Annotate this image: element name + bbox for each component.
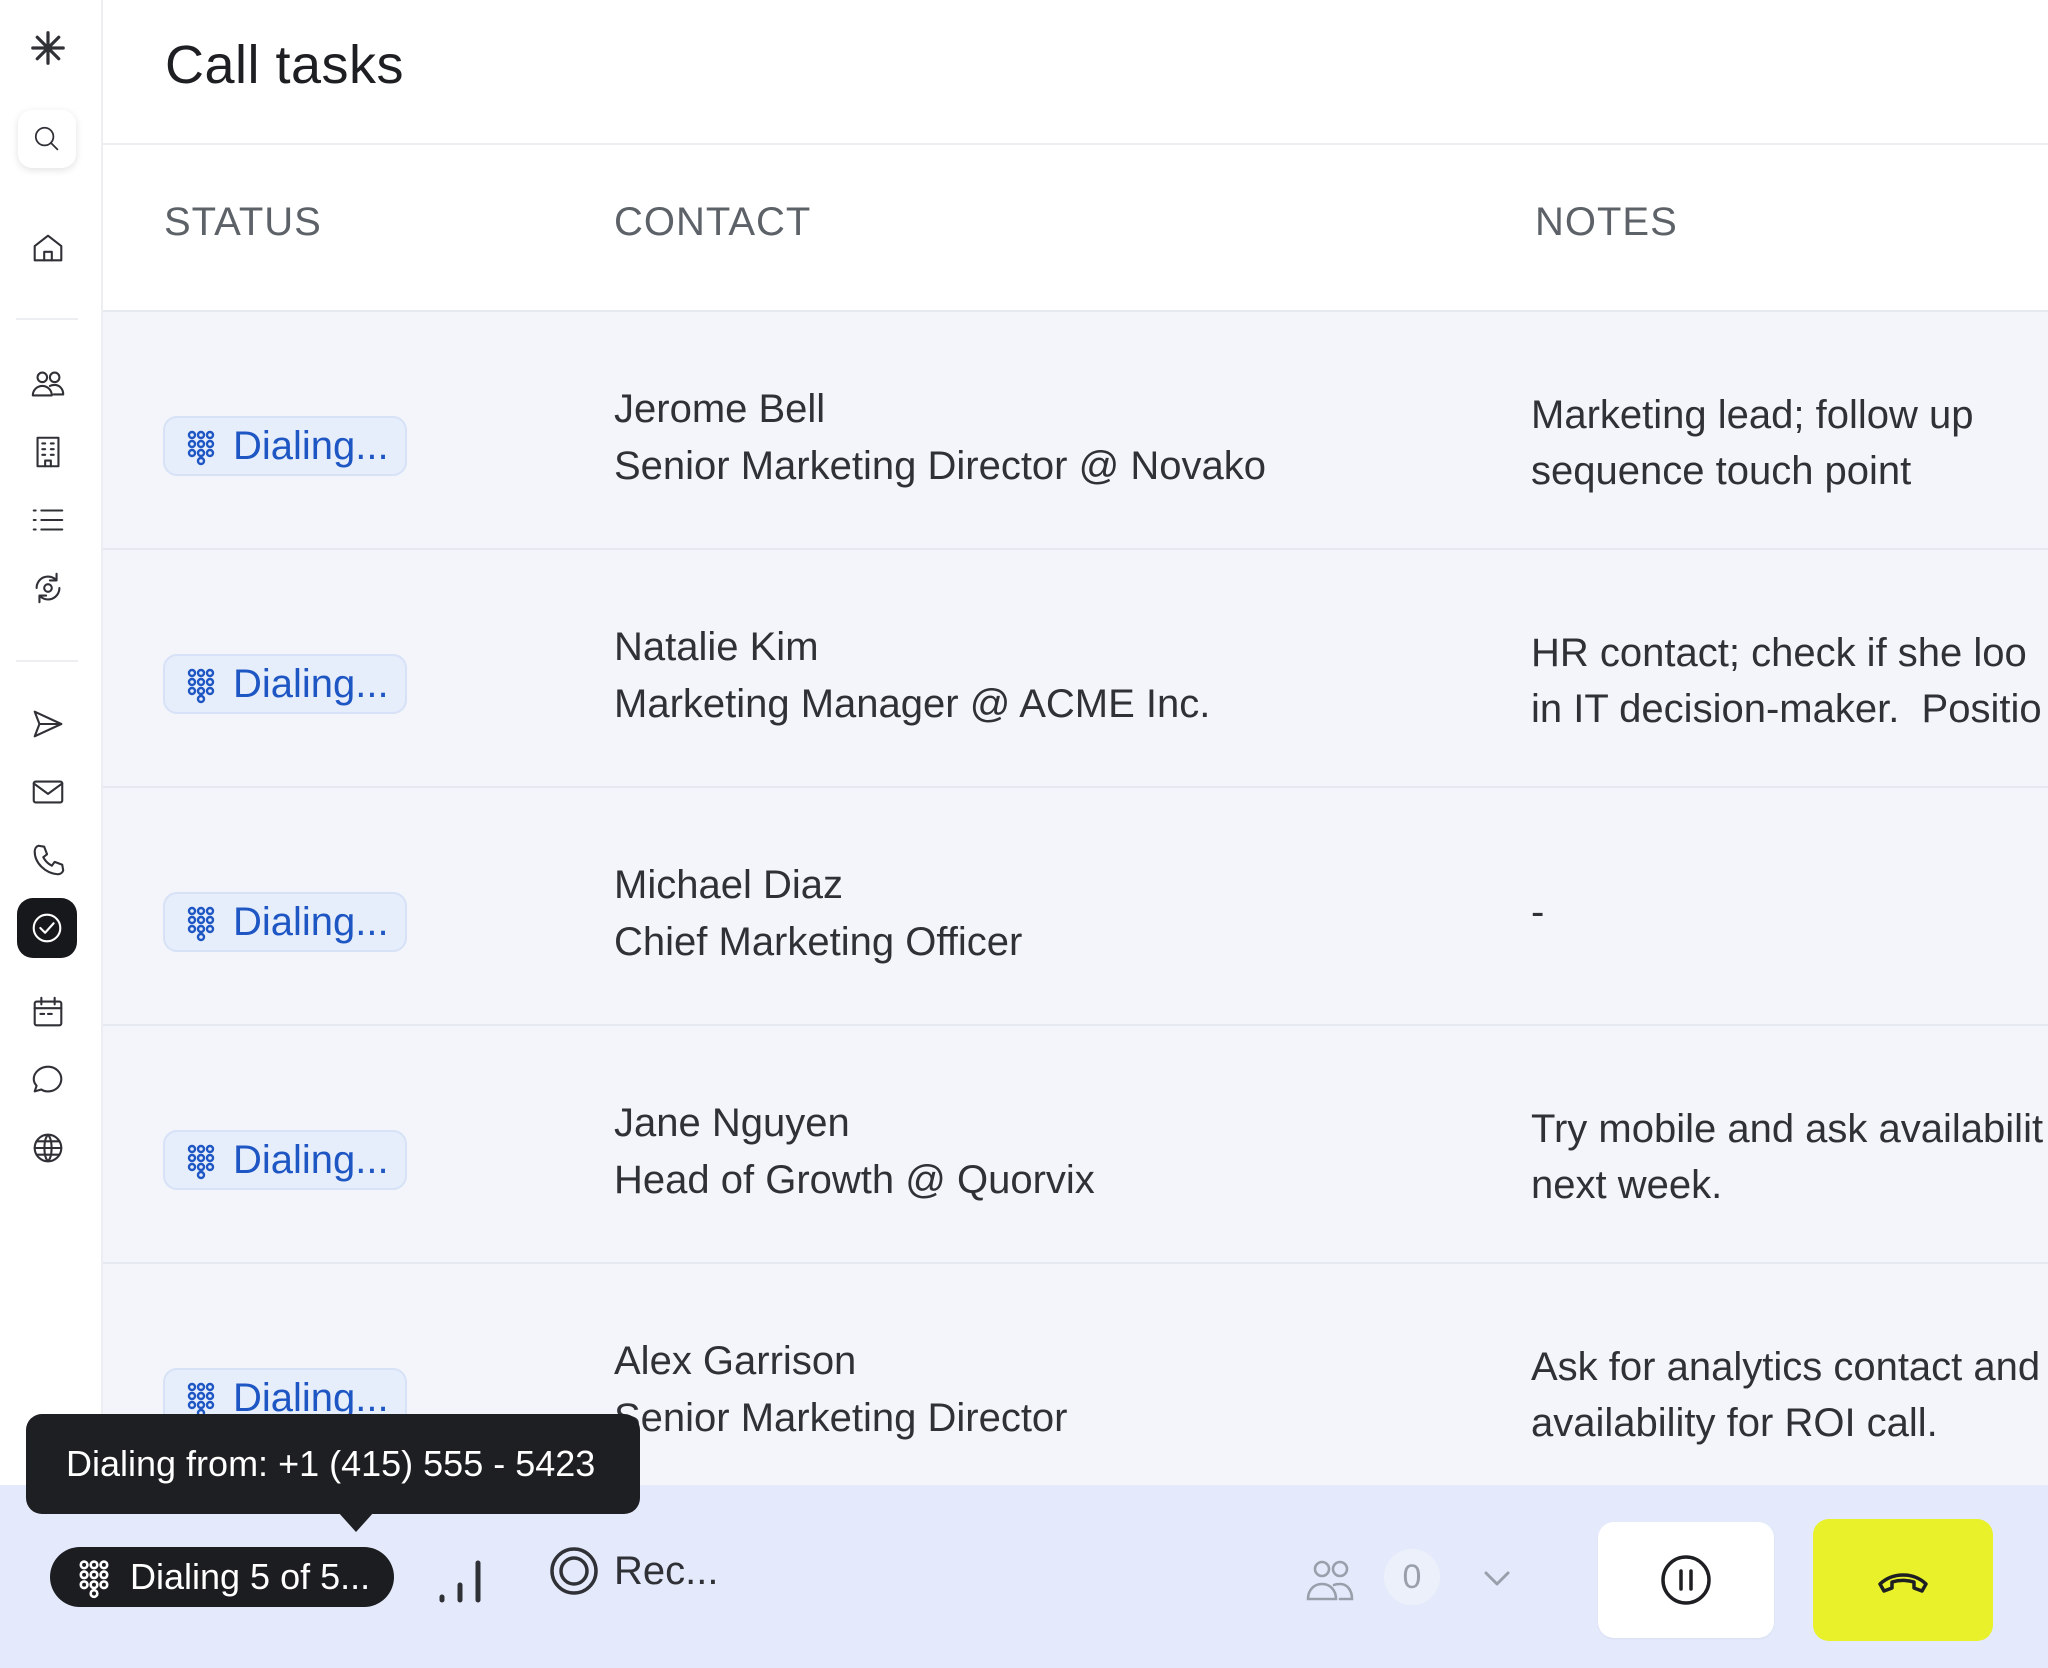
signal-strength-icon [439,1560,481,1603]
contact-notes: Try mobile and ask availabilit next week… [1531,1107,2044,1207]
status-badge: Dialing... [163,892,407,952]
contact-notes: - [1531,890,1545,934]
contact-title: Head of Growth @ Quorvix [614,1158,1095,1202]
contact-name[interactable]: Jerome Bell [614,387,825,432]
status-label: Dialing... [233,661,389,706]
hang-up-icon [1878,1573,1928,1593]
contact-name[interactable]: Jane Nguyen [614,1101,850,1146]
contact-notes: Marketing lead; follow up sequence touch… [1531,393,1974,493]
page-header: Call tasks [103,0,2048,145]
page-title: Call tasks [165,35,405,95]
home-icon[interactable] [22,222,74,274]
asterisk-logo-icon[interactable] [22,22,74,74]
hang-up-button[interactable] [1813,1519,1993,1641]
dialing-progress-button[interactable]: Dialing 5 of 5... [50,1547,395,1607]
contact-title: Senior Marketing Director @ Novako [614,444,1266,488]
status-badge: Dialing... [163,654,407,714]
phone-icon[interactable] [22,834,74,886]
status-label: Dialing... [233,1137,389,1182]
record-label: Rec... [614,1548,719,1593]
tooltip-arrow [338,1512,374,1532]
status-badge: Dialing... [163,1130,407,1190]
table-row[interactable]: Dialing... Michael Diaz Chief Marketing … [103,786,2048,1024]
contact-notes: HR contact; check if she loo in IT decis… [1531,631,2042,731]
record-icon [550,1547,598,1595]
participants-icon[interactable] [1304,1555,1356,1603]
sidebar-divider [16,660,78,662]
status-badge: Dialing... [163,416,407,476]
chevron-down-icon[interactable] [1480,1563,1514,1593]
pause-icon [1661,1555,1711,1605]
dialpad-icon [187,1144,215,1180]
search-icon[interactable] [18,110,76,168]
record-button[interactable]: Rec... [548,1545,718,1597]
dialpad-icon [187,1382,215,1418]
status-label: Dialing... [233,899,389,944]
dialpad-icon [187,668,215,704]
contact-name[interactable]: Alex Garrison [614,1339,856,1384]
list-icon[interactable] [22,494,74,546]
status-label: Dialing... [233,423,389,468]
dialpad-icon [79,1560,109,1599]
sync-target-icon[interactable] [22,562,74,614]
column-header-notes[interactable]: NOTES [1535,200,1678,245]
table-row[interactable]: Dialing... Jerome Bell Senior Marketing … [103,310,2048,548]
send-icon[interactable] [22,698,74,750]
participants-count: 0 [1384,1549,1440,1605]
dialpad-icon [187,906,215,942]
globe-icon[interactable] [22,1122,74,1174]
dialing-from-tooltip: Dialing from: +1 (415) 555 - 5423 [26,1414,640,1532]
column-header-contact[interactable]: CONTACT [614,200,811,245]
table-row[interactable]: Dialing... Jane Nguyen Head of Growth @ … [103,1024,2048,1262]
calendar-icon[interactable] [22,986,74,1038]
check-circle-icon[interactable] [17,898,77,958]
mail-icon[interactable] [22,766,74,818]
dialpad-icon [187,430,215,466]
contact-name[interactable]: Michael Diaz [614,863,843,908]
column-header-status[interactable]: STATUS [164,200,322,245]
contact-title: Senior Marketing Director [614,1396,1068,1440]
sidebar-divider [16,318,78,320]
dialing-progress-label: Dialing 5 of 5... [130,1556,371,1597]
building-icon[interactable] [22,426,74,478]
table-row[interactable]: Dialing... Natalie Kim Marketing Manager… [103,548,2048,786]
people-icon[interactable] [22,358,74,410]
contact-notes: Ask for analytics contact and availabili… [1531,1345,2041,1445]
contact-title: Chief Marketing Officer [614,920,1023,964]
pause-button[interactable] [1598,1522,1774,1638]
tooltip-text: Dialing from: +1 (415) 555 - 5423 [66,1443,596,1484]
contact-name[interactable]: Natalie Kim [614,625,819,670]
contact-title: Marketing Manager @ ACME Inc. [614,682,1211,726]
chat-icon[interactable] [22,1054,74,1106]
